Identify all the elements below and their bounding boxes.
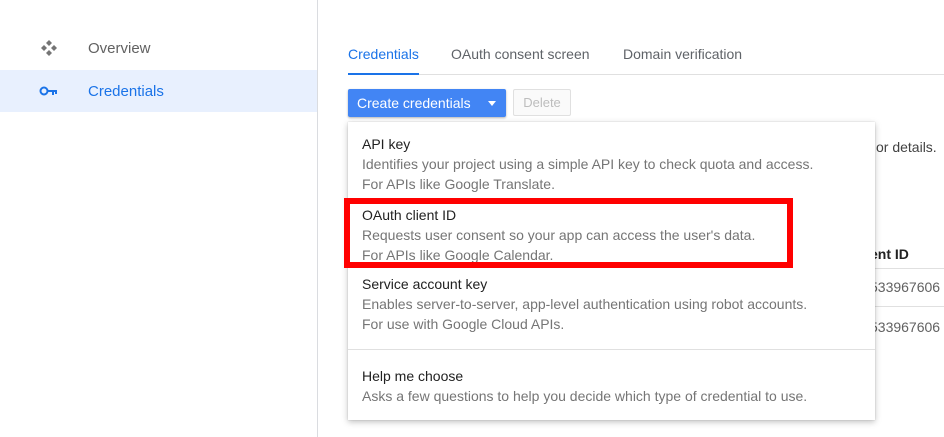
table-divider — [868, 306, 944, 307]
create-credentials-menu: API key Identifies your project using a … — [348, 122, 875, 420]
menu-item-description: Enables server-to-server, app-level auth… — [362, 296, 808, 312]
sidebar-item-label: Overview — [88, 39, 151, 57]
caret-down-icon — [488, 101, 496, 106]
menu-item-help-me-choose[interactable]: Help me choose Asks a few questions to h… — [348, 368, 875, 408]
delete-button[interactable]: Delete — [513, 89, 571, 116]
menu-item-title: Service account key — [362, 276, 488, 292]
menu-item-api-key[interactable]: API key Identifies your project using a … — [348, 136, 875, 196]
tab-oauth-consent-screen[interactable]: OAuth consent screen — [451, 46, 590, 62]
menu-item-description: Identifies your project using a simple A… — [362, 156, 814, 172]
sidebar-item-label: Credentials — [88, 82, 164, 100]
table-divider — [868, 268, 944, 269]
tab-credentials[interactable]: Credentials — [348, 46, 419, 75]
menu-item-title: OAuth client ID — [362, 207, 457, 223]
overview-icon — [38, 37, 60, 59]
create-credentials-label: Create credentials — [357, 95, 471, 111]
table-cell-client-id: 533967606 — [870, 319, 941, 335]
sidebar-item-credentials[interactable]: Credentials — [0, 70, 317, 112]
menu-item-service-account-key[interactable]: Service account key Enables server-to-se… — [348, 276, 875, 336]
menu-item-description: For use with Google Cloud APIs. — [362, 316, 565, 332]
tab-domain-verification[interactable]: Domain verification — [623, 46, 742, 62]
menu-divider — [348, 349, 875, 350]
sidebar: Overview Credentials — [0, 0, 318, 437]
menu-item-oauth-client-id[interactable]: OAuth client ID Requests user consent so… — [348, 207, 875, 267]
menu-item-title: Help me choose — [362, 368, 464, 384]
tab-bar: Credentials OAuth consent screen Domain … — [348, 38, 944, 75]
details-text-fragment: or details. — [876, 139, 937, 155]
client-id-column-header: ent ID — [870, 246, 909, 262]
menu-item-title: API key — [362, 136, 411, 152]
menu-item-description: Asks a few questions to help you decide … — [362, 388, 808, 404]
menu-item-description: For APIs like Google Calendar. — [362, 247, 554, 263]
menu-item-description: For APIs like Google Translate. — [362, 176, 555, 192]
create-credentials-button[interactable]: Create credentials — [348, 89, 506, 117]
table-cell-client-id: 533967606 — [870, 279, 941, 295]
sidebar-item-overview[interactable]: Overview — [0, 27, 317, 69]
key-icon — [38, 80, 60, 102]
menu-item-description: Requests user consent so your app can ac… — [362, 227, 756, 243]
